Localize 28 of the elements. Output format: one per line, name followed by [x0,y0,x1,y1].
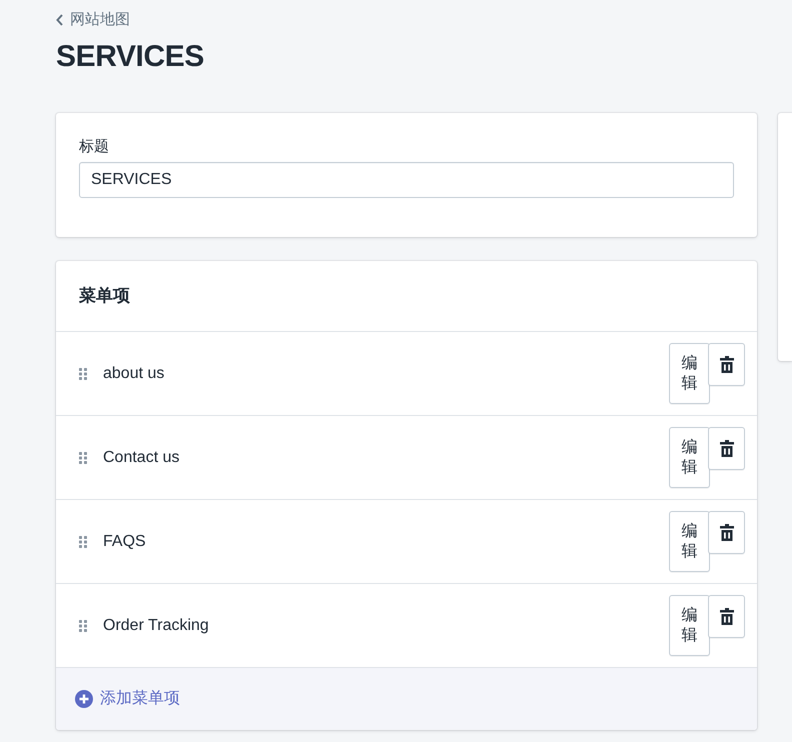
edit-button[interactable]: 编辑 [669,427,710,488]
menu-item-label: Order Tracking [103,616,210,636]
title-input[interactable]: SERVICES [79,162,734,198]
menu-item-label: Contact us [103,448,180,468]
edit-button[interactable]: 编辑 [669,595,710,656]
trash-icon [720,608,734,625]
page-title: SERVICES [56,39,205,75]
trash-icon [720,524,734,541]
menu-item-label: FAQS [103,532,147,552]
edit-button[interactable]: 编辑 [669,343,710,404]
delete-button[interactable] [708,427,745,470]
drag-handle-icon[interactable] [79,620,87,632]
menu-item-label: about us [103,364,166,384]
card-heading: 菜单项 [79,285,130,307]
delete-button[interactable] [708,511,745,554]
drag-handle-icon[interactable] [79,452,87,464]
plus-circle-icon [75,690,93,708]
edit-button[interactable]: 编辑 [669,511,710,572]
trash-icon [720,356,734,373]
trash-icon [720,440,734,457]
delete-button[interactable] [708,595,745,638]
back-link[interactable]: 网站地图 [56,10,130,30]
chevron-left-icon [56,14,63,26]
drag-handle-icon[interactable] [79,368,87,380]
drag-handle-icon[interactable] [79,536,87,548]
add-menu-item-link[interactable]: 添加菜单项 [75,689,180,709]
field-label: 标题 [79,137,110,157]
delete-button[interactable] [708,343,745,386]
